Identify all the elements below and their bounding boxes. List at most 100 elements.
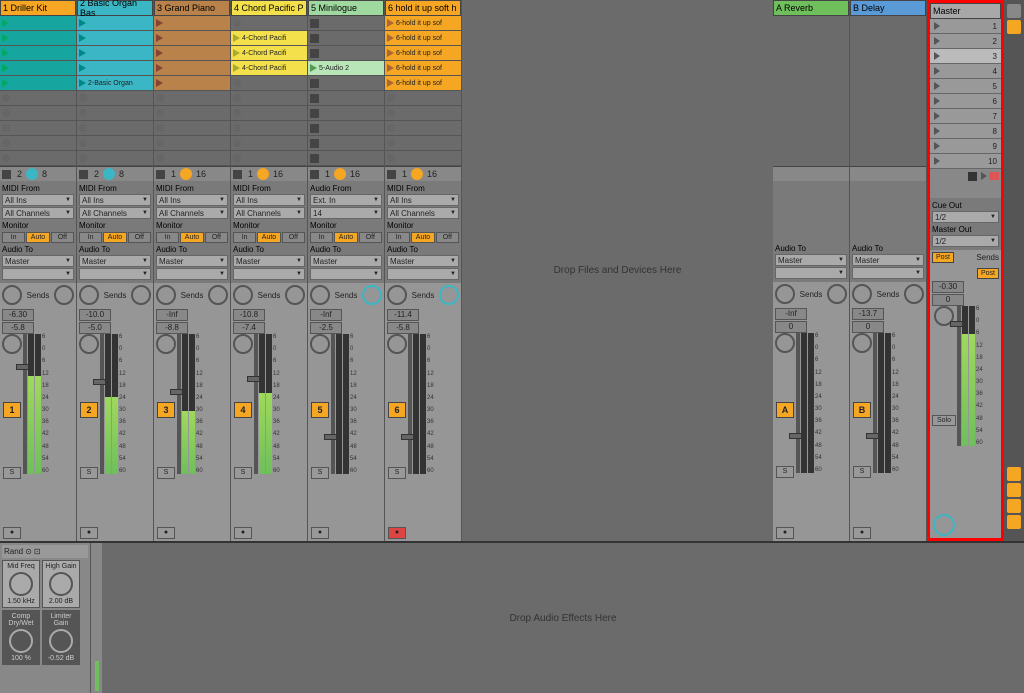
output-dropdown[interactable]: Master xyxy=(156,255,228,267)
clip-slot[interactable] xyxy=(231,106,307,121)
arm-button[interactable]: ● xyxy=(853,527,871,539)
track-header[interactable]: B Delay xyxy=(850,0,926,16)
send-b-knob[interactable] xyxy=(208,285,228,305)
clip-slot[interactable] xyxy=(231,76,307,91)
master-volume-display[interactable]: -0.30 xyxy=(932,281,964,293)
track-header[interactable]: 2 Basic Organ Bas xyxy=(77,0,153,16)
monitor-off-button[interactable]: Off xyxy=(51,232,74,243)
clip-slot[interactable] xyxy=(0,106,76,121)
clip-slot[interactable] xyxy=(0,61,76,76)
send-a-knob[interactable] xyxy=(233,285,253,305)
volume-fader[interactable] xyxy=(331,334,335,474)
scene-launch-button[interactable]: 4 xyxy=(930,64,1001,79)
clip-slot[interactable] xyxy=(154,121,230,136)
volume-display[interactable]: -13.7 xyxy=(852,308,884,320)
clip-slot[interactable] xyxy=(0,46,76,61)
channel-dropdown[interactable]: All Channels xyxy=(233,207,305,219)
master-out-dropdown[interactable]: 1/2 xyxy=(932,235,999,247)
track-header[interactable]: 5 Minilogue xyxy=(308,0,384,16)
solo-button[interactable]: S xyxy=(311,467,329,479)
clip-slot[interactable] xyxy=(77,16,153,31)
arm-button[interactable]: ● xyxy=(157,527,175,539)
scene-launch-button[interactable]: 2 xyxy=(930,34,1001,49)
stop-all-clips[interactable] xyxy=(930,169,1001,183)
clip-slot[interactable] xyxy=(154,46,230,61)
volume-display[interactable]: -10.8 xyxy=(233,309,265,321)
scene-launch-button[interactable]: 7 xyxy=(930,109,1001,124)
clip-slot[interactable] xyxy=(385,106,461,121)
pan-knob[interactable] xyxy=(775,333,795,353)
send-b-knob[interactable] xyxy=(362,285,382,305)
clip-slot[interactable] xyxy=(154,136,230,151)
clip-slot[interactable] xyxy=(154,16,230,31)
clip-slot[interactable] xyxy=(77,46,153,61)
clip-slot[interactable] xyxy=(0,16,76,31)
clip-slot[interactable] xyxy=(308,121,384,136)
track-activator-button[interactable]: 5 xyxy=(311,402,329,418)
track-activator-button[interactable]: 6 xyxy=(388,402,406,418)
clip-slot[interactable]: 4-Chord Pacifi xyxy=(231,46,307,61)
clip-slot[interactable] xyxy=(231,16,307,31)
volume-fader[interactable] xyxy=(254,334,258,474)
track-activator-button[interactable]: B xyxy=(853,402,871,418)
knob-icon[interactable] xyxy=(49,629,73,653)
clip-slot[interactable] xyxy=(231,151,307,166)
clip-slot[interactable] xyxy=(154,151,230,166)
pan-knob[interactable] xyxy=(852,333,872,353)
solo-button[interactable]: S xyxy=(157,467,175,479)
input-dropdown[interactable]: All Ins xyxy=(233,194,305,206)
knob-icon[interactable] xyxy=(9,629,33,653)
volume-fader[interactable] xyxy=(100,334,104,474)
solo-button[interactable]: S xyxy=(234,467,252,479)
send-a-knob[interactable] xyxy=(2,285,22,305)
scene-launch-button[interactable]: 6 xyxy=(930,94,1001,109)
clip-slot[interactable]: 6-hold it up sof xyxy=(385,46,461,61)
device-save-icon[interactable]: ⊡ xyxy=(34,547,41,556)
volume-display[interactable]: -Inf xyxy=(310,309,342,321)
clip-slot[interactable] xyxy=(77,31,153,46)
output-dropdown[interactable]: Master xyxy=(775,254,847,266)
monitor-in-button[interactable]: In xyxy=(156,232,179,243)
volume-fader[interactable] xyxy=(23,334,27,474)
send-b-knob[interactable] xyxy=(827,284,847,304)
arm-button[interactable]: ● xyxy=(311,527,329,539)
monitor-auto-button[interactable]: Auto xyxy=(180,232,203,243)
send-a-knob[interactable] xyxy=(852,284,872,304)
track-header[interactable]: 1 Driller Kit xyxy=(0,0,76,16)
toggle-4[interactable] xyxy=(1007,515,1021,529)
clip-slot[interactable]: 4-Chord Pacifi xyxy=(231,61,307,76)
clip-slot[interactable] xyxy=(77,121,153,136)
param-high-gain[interactable]: High Gain 2.00 dB xyxy=(42,560,80,608)
clip-slot[interactable] xyxy=(154,31,230,46)
solo-button[interactable]: S xyxy=(3,467,21,479)
toggle-2[interactable] xyxy=(1007,483,1021,497)
volume-fader[interactable] xyxy=(796,333,800,473)
send-a-knob[interactable] xyxy=(310,285,330,305)
clip-slot[interactable] xyxy=(231,91,307,106)
monitor-off-button[interactable]: Off xyxy=(205,232,228,243)
toggle-1[interactable] xyxy=(1007,467,1021,481)
clip-slot[interactable] xyxy=(154,61,230,76)
clip-slot[interactable] xyxy=(231,121,307,136)
volume-display[interactable]: -Inf xyxy=(156,309,188,321)
monitor-in-button[interactable]: In xyxy=(233,232,256,243)
track-activator-button[interactable]: 1 xyxy=(3,402,21,418)
toggle-3[interactable] xyxy=(1007,499,1021,513)
drop-effects-zone[interactable]: Drop Audio Effects Here xyxy=(102,543,1024,693)
clip-slot[interactable] xyxy=(0,31,76,46)
io-toggle-icon[interactable] xyxy=(1007,4,1021,18)
clip-slot[interactable] xyxy=(77,106,153,121)
clip-slot[interactable] xyxy=(0,121,76,136)
clip-slot[interactable]: 6-hold it up sof xyxy=(385,76,461,91)
output-ch-dropdown[interactable] xyxy=(233,268,305,280)
channel-dropdown[interactable]: All Channels xyxy=(387,207,459,219)
output-dropdown[interactable]: Master xyxy=(310,255,382,267)
send-b-knob[interactable] xyxy=(54,285,74,305)
input-dropdown[interactable]: All Ins xyxy=(156,194,228,206)
device-toggle-icon[interactable]: ⊙ xyxy=(25,547,32,556)
monitor-in-button[interactable]: In xyxy=(2,232,25,243)
clip-slot[interactable] xyxy=(77,151,153,166)
solo-button[interactable]: S xyxy=(80,467,98,479)
arm-button[interactable]: ● xyxy=(80,527,98,539)
clip-slot[interactable] xyxy=(0,151,76,166)
